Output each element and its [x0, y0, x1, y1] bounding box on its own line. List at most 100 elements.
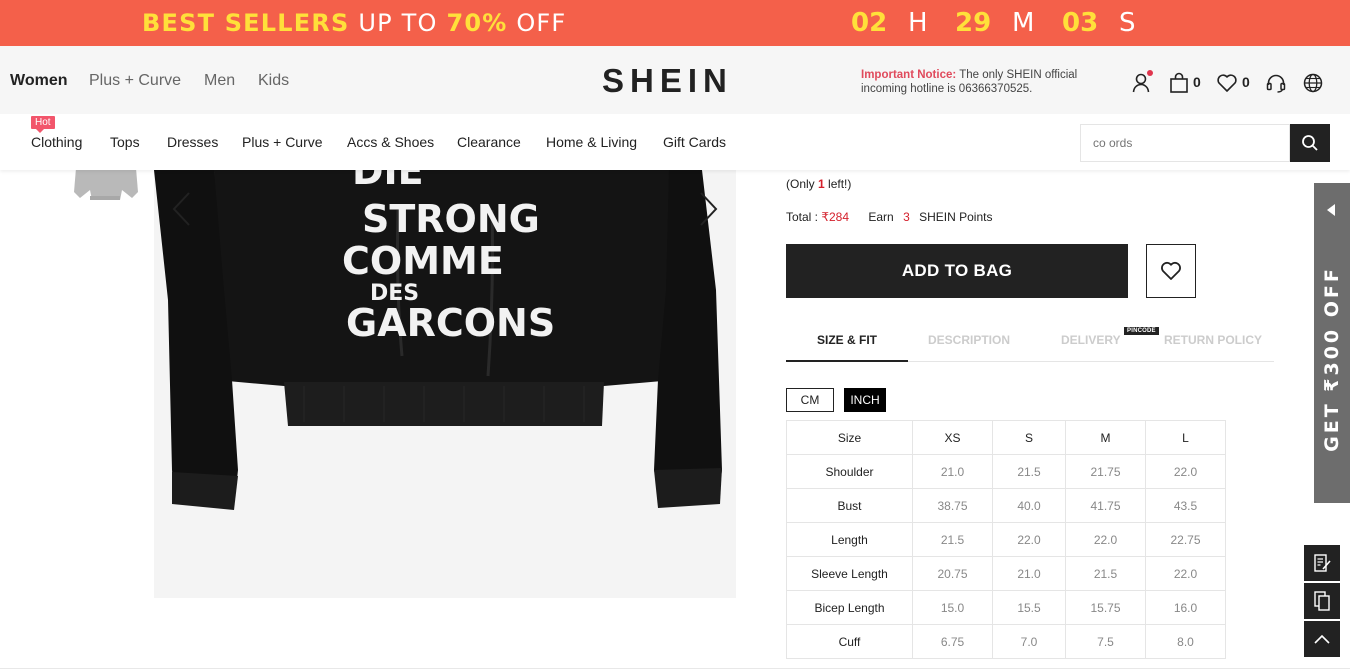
table-cell: 21.75	[1065, 454, 1146, 489]
wishlist-button[interactable]	[1146, 244, 1196, 298]
table-cell: 6.75	[912, 624, 993, 659]
table-cell: 21.5	[912, 522, 993, 557]
table-cell: 7.5	[1065, 624, 1146, 659]
category-clearance[interactable]: Clearance	[457, 134, 521, 150]
topnav-men[interactable]: Men	[204, 72, 235, 90]
category-bar: Hot Clothing Tops Dresses Plus + Curve A…	[0, 114, 1350, 170]
stock-count: 1	[818, 177, 825, 191]
table-cell: 41.75	[1065, 488, 1146, 523]
site-header: Women Plus + Curve Men Kids SHEIN Import…	[0, 46, 1350, 114]
topnav-kids[interactable]: Kids	[258, 72, 289, 90]
compare-button[interactable]	[1304, 583, 1340, 619]
bag-icon[interactable]	[1168, 72, 1190, 94]
category-plus-curve[interactable]: Plus + Curve	[242, 134, 323, 150]
promo-tail: OFF	[516, 9, 567, 37]
table-row: Bicep Length 15.0 15.5 15.75 16.0	[786, 590, 1226, 625]
next-image-button[interactable]	[694, 187, 724, 231]
promo-text: BEST SELLERS UP TO 70% OFF	[142, 9, 566, 37]
chevron-right-icon	[700, 192, 718, 226]
table-row: Length 21.5 22.0 22.0 22.75	[786, 522, 1226, 557]
promo-lead: BEST SELLERS	[142, 9, 350, 37]
table-cell: 15.5	[992, 590, 1066, 625]
side-promo-tab[interactable]: GET ₹300 OFF	[1314, 183, 1350, 503]
header-cell: XS	[912, 420, 993, 455]
category-home-living[interactable]: Home & Living	[546, 134, 637, 150]
globe-icon[interactable]	[1302, 72, 1324, 94]
total-price: ₹284	[821, 210, 850, 224]
earn-label: Earn	[868, 210, 894, 224]
table-cell: 22.0	[1145, 556, 1226, 591]
notification-dot	[1147, 70, 1153, 76]
search-input[interactable]	[1080, 124, 1290, 162]
tab-return-policy[interactable]: RETURN POLICY	[1164, 333, 1262, 347]
topnav-women[interactable]: Women	[10, 72, 67, 90]
table-cell: 21.0	[912, 454, 993, 489]
table-row: Shoulder 21.0 21.5 21.75 22.0	[786, 454, 1226, 489]
headset-icon[interactable]	[1265, 72, 1287, 94]
topnav-plus-curve[interactable]: Plus + Curve	[89, 72, 181, 90]
table-cell: 22.0	[1145, 454, 1226, 489]
table-row: Bust 38.75 40.0 41.75 43.5	[786, 488, 1226, 523]
tab-size-fit[interactable]: SIZE & FIT	[817, 333, 877, 347]
back-to-top-button[interactable]	[1304, 621, 1340, 657]
table-cell: 21.5	[992, 454, 1066, 489]
search-button[interactable]	[1290, 124, 1330, 162]
unit-inch-button[interactable]: INCH	[844, 388, 886, 412]
tab-description[interactable]: DESCRIPTION	[928, 333, 1010, 347]
total-label: Total :	[786, 210, 819, 224]
product-image[interactable]: DIE STRONG COMME DES GARCONS	[154, 170, 736, 598]
points-label: SHEIN Points	[919, 210, 993, 224]
stock-suffix: left!)	[828, 177, 852, 191]
size-chart-table: Size XS S M L Shoulder 21.0 21.5 21.75 2…	[786, 420, 1226, 659]
category-clothing[interactable]: Clothing	[31, 134, 82, 150]
pincode-badge: PINCODE	[1124, 327, 1159, 335]
feedback-button[interactable]	[1304, 545, 1340, 581]
add-to-bag-button[interactable]: ADD TO BAG	[786, 244, 1128, 298]
search-icon	[1302, 135, 1318, 151]
row-label: Bicep Length	[786, 590, 913, 625]
bag-count: 0	[1193, 74, 1201, 90]
table-cell: 43.5	[1145, 488, 1226, 523]
total-line: Total : ₹284 Earn 3 SHEIN Points	[786, 210, 992, 224]
category-gift-cards[interactable]: Gift Cards	[663, 134, 726, 150]
hot-badge: Hot	[31, 116, 55, 133]
category-dresses[interactable]: Dresses	[167, 134, 218, 150]
wishlist-count: 0	[1242, 74, 1250, 90]
tab-delivery[interactable]: DELIVERY	[1061, 333, 1121, 347]
heart-icon[interactable]	[1216, 72, 1238, 94]
timer-minutes-label: M	[1012, 8, 1035, 38]
header-cell: L	[1145, 420, 1226, 455]
category-tops[interactable]: Tops	[110, 134, 140, 150]
shein-logo[interactable]: SHEIN	[602, 62, 733, 100]
points-value: 3	[903, 210, 910, 224]
row-label: Sleeve Length	[786, 556, 913, 591]
table-cell: 7.0	[992, 624, 1066, 659]
promo-middle: UP TO	[358, 9, 438, 37]
important-notice: Important Notice: The only SHEIN officia…	[861, 68, 1111, 96]
table-cell: 40.0	[992, 488, 1066, 523]
table-row: Sleeve Length 20.75 21.0 21.5 22.0	[786, 556, 1226, 591]
side-promo-text: GET ₹300 OFF	[1321, 266, 1343, 452]
prev-image-button[interactable]	[166, 187, 196, 231]
timer-hours: 02	[851, 8, 888, 38]
header-cell: M	[1065, 420, 1146, 455]
notice-label: Important Notice:	[861, 69, 957, 81]
table-cell: 8.0	[1145, 624, 1226, 659]
caret-left-icon	[1327, 204, 1335, 216]
product-thumbnail[interactable]	[74, 168, 140, 204]
table-cell: 16.0	[1145, 590, 1226, 625]
page-bottom-divider	[0, 668, 1350, 669]
table-cell: 20.75	[912, 556, 993, 591]
table-cell: 22.0	[992, 522, 1066, 557]
copy-icon	[1314, 591, 1330, 611]
header-cell: Size	[786, 420, 913, 455]
timer-hours-label: H	[908, 8, 928, 38]
stock-notice: (Only 1 left!)	[786, 177, 851, 191]
promo-banner[interactable]: BEST SELLERS UP TO 70% OFF 02 H 29 M 03 …	[0, 0, 1350, 46]
table-row: Cuff 6.75 7.0 7.5 8.0	[786, 624, 1226, 659]
unit-cm-button[interactable]: CM	[786, 388, 834, 412]
category-accs-shoes[interactable]: Accs & Shoes	[347, 134, 434, 150]
hoodie-illustration: DIE STRONG COMME DES GARCONS	[154, 170, 722, 510]
arrow-up-icon	[1314, 634, 1330, 644]
timer-minutes: 29	[955, 8, 992, 38]
